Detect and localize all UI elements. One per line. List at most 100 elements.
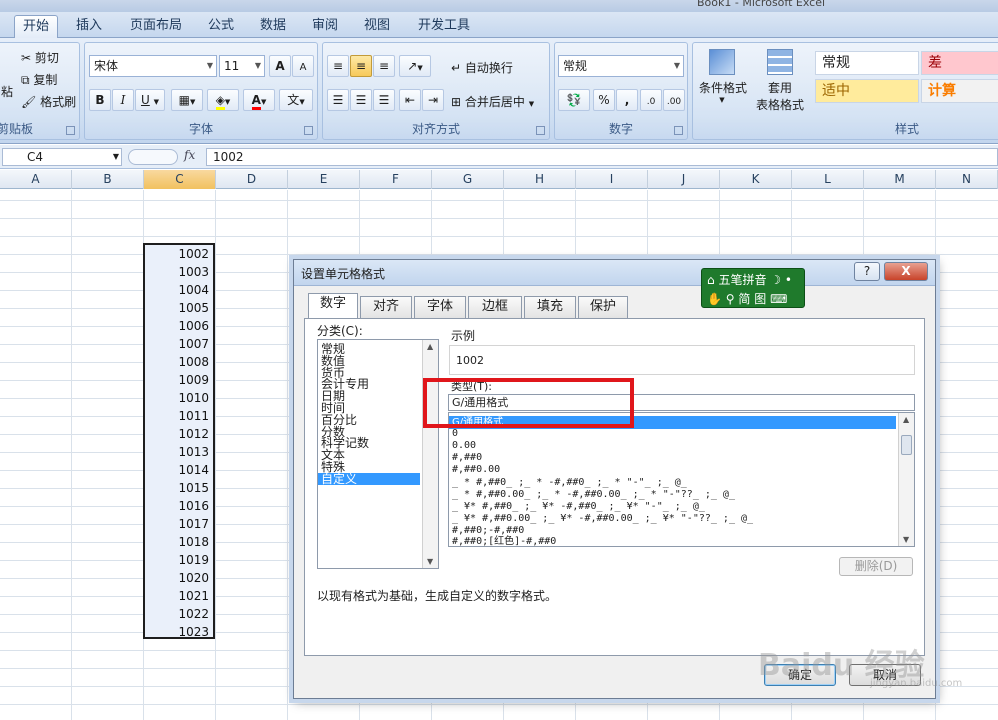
column-header-j[interactable]: J bbox=[648, 170, 720, 189]
number-format-dropdown[interactable]: 常规 ▼ bbox=[558, 55, 684, 77]
clipboard-launcher[interactable] bbox=[66, 126, 75, 135]
cell-value[interactable]: 1007 bbox=[178, 335, 209, 353]
align-right-button[interactable]: ☰ bbox=[373, 89, 395, 111]
underline-button[interactable]: U ▼ bbox=[135, 89, 165, 111]
column-header-k[interactable]: K bbox=[720, 170, 792, 189]
border-button[interactable]: ▦▼ bbox=[171, 89, 203, 111]
decrease-indent-button[interactable]: ⇤ bbox=[399, 89, 421, 111]
cell-value[interactable]: 1016 bbox=[178, 497, 209, 515]
scroll-down-icon[interactable]: ▼ bbox=[903, 535, 909, 544]
increase-indent-button[interactable]: ⇥ bbox=[422, 89, 444, 111]
accounting-format-button[interactable]: 💱 bbox=[558, 89, 590, 111]
alignment-launcher[interactable] bbox=[536, 126, 545, 135]
cell-value[interactable]: 1013 bbox=[178, 443, 209, 461]
column-header-f[interactable]: F bbox=[360, 170, 432, 189]
align-center-button[interactable]: ☰ bbox=[350, 89, 372, 111]
conditional-formatting-button[interactable]: 条件格式 ▼ bbox=[699, 49, 747, 104]
cell-value[interactable]: 1023 bbox=[178, 623, 209, 641]
category-scrollbar[interactable]: ▲ ▼ bbox=[422, 340, 438, 568]
formula-input[interactable]: 1002 bbox=[206, 148, 998, 166]
category-item[interactable]: 百分比 bbox=[321, 414, 357, 426]
shrink-font-button[interactable]: A bbox=[292, 55, 314, 77]
selected-range[interactable]: 1002 1003 1004 1005 1006 1007 1008 1009 1010 1011… bbox=[143, 243, 215, 639]
cell-value[interactable]: 1011 bbox=[178, 407, 209, 425]
cell-value[interactable]: 1005 bbox=[178, 299, 209, 317]
cell-value[interactable]: 1017 bbox=[178, 515, 209, 533]
orientation-button[interactable]: ↗▼ bbox=[399, 55, 431, 77]
cut-button[interactable]: ✂ 剪切 bbox=[21, 49, 59, 66]
align-left-button[interactable]: ☰ bbox=[327, 89, 349, 111]
column-header-b[interactable]: B bbox=[72, 170, 144, 189]
format-item[interactable]: _ ¥* #,##0.00_ ;_ ¥* -#,##0.00_ ;_ ¥* "-… bbox=[452, 514, 753, 524]
cell-value[interactable]: 1015 bbox=[178, 479, 209, 497]
column-header-h[interactable]: H bbox=[504, 170, 576, 189]
cell-value[interactable]: 1018 bbox=[178, 533, 209, 551]
tab-formulas[interactable]: 公式 bbox=[198, 15, 244, 38]
column-header-g[interactable]: G bbox=[432, 170, 504, 189]
scroll-down-icon[interactable]: ▼ bbox=[427, 557, 433, 566]
format-item[interactable]: _ * #,##0.00_ ;_ * -#,##0.00_ ;_ * "-"??… bbox=[452, 490, 735, 500]
increase-decimal-button[interactable]: .0 bbox=[640, 89, 662, 111]
cell-value[interactable]: 1010 bbox=[178, 389, 209, 407]
cell-value[interactable]: 1009 bbox=[178, 371, 209, 389]
category-item[interactable]: 自定义 bbox=[318, 472, 420, 485]
column-header-m[interactable]: M bbox=[864, 170, 936, 189]
wrap-text-button[interactable]: ↵ 自动换行 bbox=[451, 59, 513, 76]
cell-value[interactable]: 1008 bbox=[178, 353, 209, 371]
paste-label[interactable]: 粘 bbox=[1, 83, 13, 100]
tab-protection[interactable]: 保护 bbox=[578, 296, 628, 318]
style-calculation[interactable]: 计算 bbox=[921, 79, 998, 103]
tab-border[interactable]: 边框 bbox=[468, 296, 522, 318]
format-scrollbar[interactable]: ▲ ▼ bbox=[898, 413, 914, 546]
cell-value[interactable]: 1014 bbox=[178, 461, 209, 479]
fill-color-button[interactable]: ◈▼ bbox=[207, 89, 239, 111]
grow-font-button[interactable]: A bbox=[269, 55, 291, 77]
format-item[interactable]: #,##0 bbox=[452, 453, 482, 463]
tab-view[interactable]: 视图 bbox=[354, 15, 400, 38]
cell-value[interactable]: 1006 bbox=[178, 317, 209, 335]
format-item[interactable]: _ ¥* #,##0_ ;_ ¥* -#,##0_ ;_ ¥* "-"_ ;_ … bbox=[452, 502, 705, 512]
align-bottom-button[interactable]: ≡ bbox=[373, 55, 395, 77]
format-item[interactable]: #,##0;[红色]-#,##0 bbox=[452, 537, 556, 547]
tab-alignment[interactable]: 对齐 bbox=[360, 296, 412, 318]
delete-button[interactable]: 删除(D) bbox=[839, 557, 913, 576]
format-item[interactable]: _ * #,##0_ ;_ * -#,##0_ ;_ * "-"_ ;_ @_ bbox=[452, 478, 687, 488]
ime-toolbar[interactable]: ⌂ 五笔拼音 ☽ • ✋ ⚲ 简 图 ⌨ bbox=[701, 268, 805, 308]
column-header-l[interactable]: L bbox=[792, 170, 864, 189]
font-color-button[interactable]: A▼ bbox=[243, 89, 275, 111]
font-launcher[interactable] bbox=[304, 126, 313, 135]
help-button[interactable]: ? bbox=[854, 262, 880, 281]
cell-value[interactable]: 1003 bbox=[178, 263, 209, 281]
cell-value[interactable]: 1004 bbox=[178, 281, 209, 299]
cell-value[interactable]: 1012 bbox=[178, 425, 209, 443]
column-header-c[interactable]: C bbox=[144, 170, 216, 189]
format-item[interactable]: 0 bbox=[452, 429, 458, 439]
tab-home[interactable]: 开始 bbox=[14, 15, 58, 38]
align-middle-button[interactable]: ≡ bbox=[350, 55, 372, 77]
tab-number[interactable]: 数字 bbox=[308, 293, 358, 319]
tab-page-layout[interactable]: 页面布局 bbox=[120, 15, 192, 38]
insert-function-icon[interactable]: fx bbox=[184, 148, 195, 162]
format-item[interactable]: 0.00 bbox=[452, 441, 476, 451]
percent-button[interactable]: % bbox=[593, 89, 615, 111]
format-item[interactable]: #,##0;-#,##0 bbox=[452, 526, 524, 536]
merge-center-button[interactable]: ⊞ 合并后居中 ▼ bbox=[451, 93, 534, 110]
style-bad[interactable]: 差 bbox=[921, 51, 998, 75]
column-header-d[interactable]: D bbox=[216, 170, 288, 189]
category-item[interactable]: 数值 bbox=[321, 355, 345, 367]
close-button[interactable]: X bbox=[884, 262, 928, 281]
comma-button[interactable]: , bbox=[616, 89, 638, 111]
tab-developer[interactable]: 开发工具 bbox=[408, 15, 480, 38]
bold-button[interactable]: B bbox=[89, 89, 111, 111]
column-header-n[interactable]: N bbox=[936, 170, 998, 189]
decrease-decimal-button[interactable]: .00 bbox=[663, 89, 685, 111]
number-launcher[interactable] bbox=[674, 126, 683, 135]
tab-insert[interactable]: 插入 bbox=[66, 15, 112, 38]
column-header-e[interactable]: E bbox=[288, 170, 360, 189]
category-list[interactable]: ▲ ▼ 常规 数值 货币 会计专用 日期 时间 百分比 分数 科学记数 文本 特殊 自定义 bbox=[317, 339, 439, 569]
scroll-thumb[interactable] bbox=[901, 435, 912, 455]
cell-value[interactable]: 1021 bbox=[178, 587, 209, 605]
style-neutral[interactable]: 适中 bbox=[815, 79, 919, 103]
scroll-up-icon[interactable]: ▲ bbox=[903, 415, 909, 424]
column-header-i[interactable]: I bbox=[576, 170, 648, 189]
